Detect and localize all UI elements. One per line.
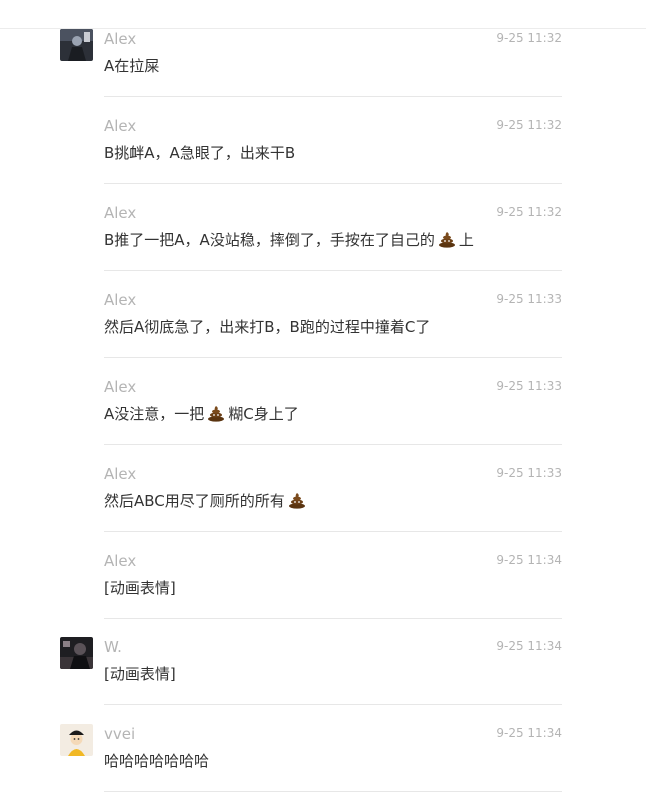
message-text-part: 然后A彻底急了，出来打B，B跑的过程中撞着C了 <box>104 318 431 336</box>
message-text: A在拉屎 <box>104 55 159 77</box>
divider <box>104 704 562 705</box>
avatar[interactable] <box>60 724 93 756</box>
divider <box>104 531 562 532</box>
poop-emoji-icon <box>438 230 456 254</box>
timestamp: 9-25 11:32 <box>496 118 562 132</box>
message-text-part: A在拉屎 <box>104 57 160 75</box>
chat-message: Alex 9-25 11:33 然后ABC用尽了厕所的所有 <box>0 462 646 549</box>
chat-message: Alex 9-25 11:33 然后A彻底急了，出来打B，B跑的过程中撞着C了 <box>0 288 646 375</box>
chat-message: Alex 9-25 11:34 [动画表情] <box>0 549 646 636</box>
message-text: 然后A彻底急了，出来打B，B跑的过程中撞着C了 <box>104 316 430 338</box>
divider <box>104 791 562 792</box>
top-bar <box>0 0 646 29</box>
poop-emoji-icon <box>288 491 306 515</box>
message-text: [动画表情] <box>104 577 176 599</box>
divider <box>104 444 562 445</box>
message-text-part: 上 <box>458 231 474 249</box>
message-text: A没注意，一把 糊C身上了 <box>104 403 299 428</box>
chat-message: Alex 9-25 11:32 A在拉屎 <box>0 27 646 114</box>
message-text-part: B挑衅A，A急眼了，出来干B <box>104 144 296 162</box>
message-text-part: A没注意，一把 <box>104 405 205 423</box>
poop-emoji-icon <box>207 404 225 428</box>
chat-message: Alex 9-25 11:32 B挑衅A，A急眼了，出来干B <box>0 114 646 201</box>
sender-name: Alex <box>104 204 137 222</box>
timestamp: 9-25 11:33 <box>496 292 562 306</box>
sender-name: Alex <box>104 291 137 309</box>
message-text-part: [动画表情] <box>104 665 176 683</box>
timestamp: 9-25 11:34 <box>496 726 562 740</box>
avatar[interactable] <box>60 637 93 669</box>
message-text: 哈哈哈哈哈哈哈 <box>104 750 209 772</box>
chat-message: vvei 9-25 11:34 哈哈哈哈哈哈哈 <box>0 722 646 809</box>
sender-name: Alex <box>104 30 137 48</box>
chat-message: W. 9-25 11:34 [动画表情] <box>0 635 646 722</box>
message-text: 然后ABC用尽了厕所的所有 <box>104 490 309 515</box>
message-text-part: 然后ABC用尽了厕所的所有 <box>104 492 285 510</box>
chat-message: Alex 9-25 11:32 B推了一把A，A没站稳，摔倒了，手按在了自己的 上 <box>0 201 646 288</box>
divider <box>104 357 562 358</box>
sender-name: Alex <box>104 378 137 396</box>
message-text-part: 糊C身上了 <box>228 405 299 423</box>
message-text-part: [动画表情] <box>104 579 176 597</box>
message-text: B挑衅A，A急眼了，出来干B <box>104 142 295 164</box>
timestamp: 9-25 11:33 <box>496 379 562 393</box>
message-text: [动画表情] <box>104 663 176 685</box>
sender-name: W. <box>104 638 122 656</box>
divider <box>104 618 562 619</box>
sender-name: Alex <box>104 117 137 135</box>
sender-name: Alex <box>104 552 137 570</box>
chat-message: Alex 9-25 11:33 A没注意，一把 糊C身上了 <box>0 375 646 462</box>
sender-name: vvei <box>104 725 136 743</box>
timestamp: 9-25 11:34 <box>496 553 562 567</box>
sender-name: Alex <box>104 465 137 483</box>
timestamp: 9-25 11:32 <box>496 31 562 45</box>
timestamp: 9-25 11:33 <box>496 466 562 480</box>
divider <box>104 96 562 97</box>
avatar-vvei-icon <box>60 724 93 756</box>
message-text-part: B推了一把A，A没站稳，摔倒了，手按在了自己的 <box>104 231 435 249</box>
avatar[interactable] <box>60 29 93 61</box>
divider <box>104 270 562 271</box>
message-text: B推了一把A，A没站稳，摔倒了，手按在了自己的 上 <box>104 229 474 254</box>
message-text-part: 哈哈哈哈哈哈哈 <box>104 752 210 770</box>
timestamp: 9-25 11:34 <box>496 639 562 653</box>
avatar-w-icon <box>60 637 93 669</box>
avatar-alex-icon <box>60 29 93 61</box>
timestamp: 9-25 11:32 <box>496 205 562 219</box>
divider <box>104 183 562 184</box>
